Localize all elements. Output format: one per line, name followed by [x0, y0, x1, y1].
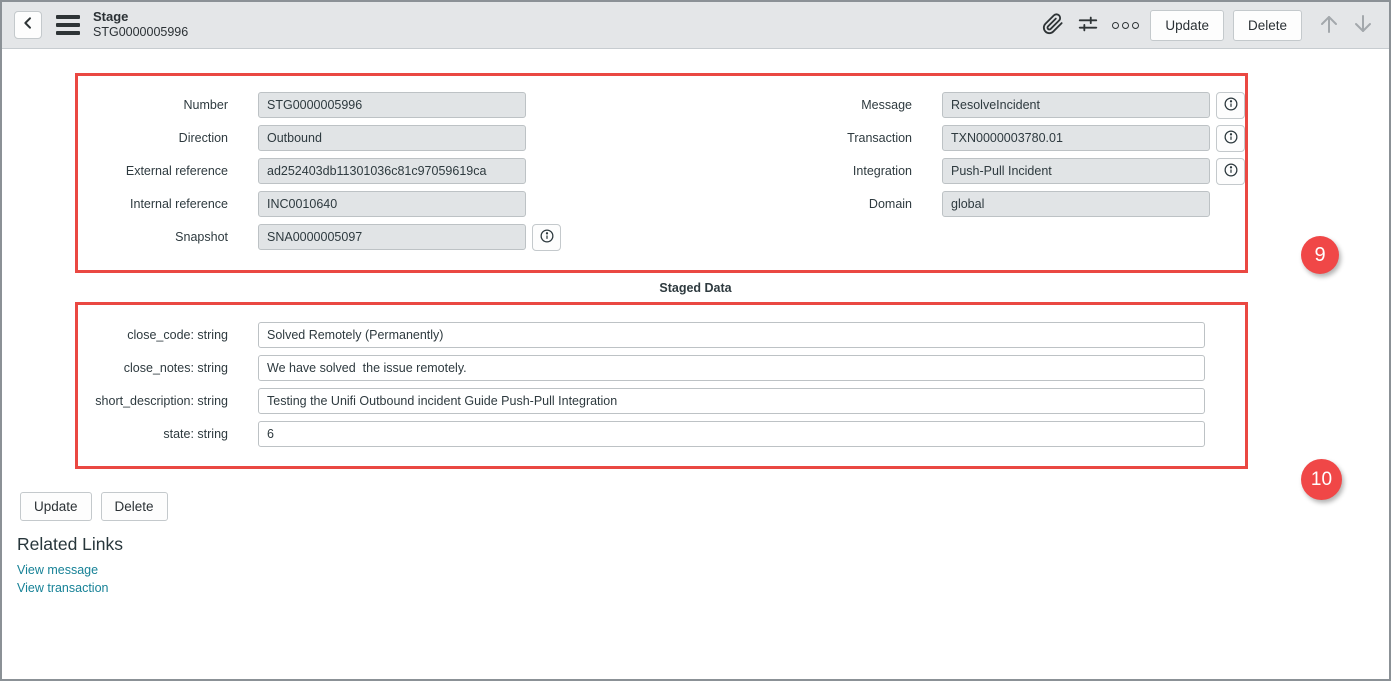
field-row-state: state: string	[78, 421, 1245, 447]
transaction-field[interactable]	[942, 125, 1210, 151]
internal-reference-field[interactable]	[258, 191, 526, 217]
dot-icon	[1112, 22, 1119, 29]
field-row-message: Message	[662, 92, 1246, 118]
related-links-list: View message View transaction	[17, 563, 1389, 595]
attachment-button[interactable]	[1040, 11, 1066, 40]
field-row-external-reference: External reference	[78, 158, 662, 184]
field-label: Internal reference	[78, 197, 228, 211]
form-body: Number Direction External reference Inte…	[2, 73, 1389, 681]
dot-icon	[1132, 22, 1139, 29]
field-row-transaction: Transaction	[662, 125, 1246, 151]
field-label: Direction	[78, 131, 228, 145]
message-info-button[interactable]	[1216, 92, 1245, 119]
arrow-down-icon	[1351, 12, 1375, 39]
integration-info-button[interactable]	[1216, 158, 1245, 185]
next-record-button[interactable]	[1349, 10, 1377, 41]
header-toolbar: Update Delete	[1040, 10, 1377, 41]
info-icon	[1223, 129, 1239, 148]
external-reference-field[interactable]	[258, 158, 526, 184]
close-code-input[interactable]	[258, 322, 1205, 348]
field-row-snapshot: Snapshot	[78, 224, 662, 250]
dot-icon	[1122, 22, 1129, 29]
related-links-title: Related Links	[17, 534, 1389, 555]
field-row-short-description: short_description: string	[78, 388, 1245, 414]
info-icon	[539, 228, 555, 247]
record-number: STG0000005996	[93, 25, 188, 41]
field-label: Domain	[662, 197, 913, 211]
more-options-button[interactable]	[1110, 20, 1141, 31]
field-label: state: string	[78, 427, 228, 441]
direction-field[interactable]	[258, 125, 526, 151]
transaction-info-button[interactable]	[1216, 125, 1245, 152]
state-input[interactable]	[258, 421, 1205, 447]
short-description-input[interactable]	[258, 388, 1205, 414]
hamburger-menu-icon[interactable]	[56, 15, 80, 35]
app-window: Stage STG0000005996 Update Delete	[0, 0, 1391, 681]
header-update-button[interactable]: Update	[1150, 10, 1224, 41]
field-label: Message	[662, 98, 913, 112]
record-title-block: Stage STG0000005996	[93, 9, 188, 41]
message-field[interactable]	[942, 92, 1210, 118]
field-row-direction: Direction	[78, 125, 662, 151]
info-icon	[1223, 96, 1239, 115]
number-field[interactable]	[258, 92, 526, 118]
sliders-icon	[1077, 13, 1099, 38]
close-notes-input[interactable]	[258, 355, 1205, 381]
field-label: close_code: string	[78, 328, 228, 342]
field-row-number: Number	[78, 92, 662, 118]
form-column-right: Message Transaction	[662, 85, 1246, 257]
field-row-close-notes: close_notes: string	[78, 355, 1245, 381]
form-header: Stage STG0000005996 Update Delete	[2, 2, 1389, 49]
field-label: External reference	[78, 164, 228, 178]
field-label: Integration	[662, 164, 913, 178]
record-navigation	[1315, 10, 1377, 41]
delete-button[interactable]: Delete	[101, 492, 168, 521]
field-label: close_notes: string	[78, 361, 228, 375]
field-label: Transaction	[662, 131, 913, 145]
page-title: Stage	[93, 9, 188, 25]
chevron-left-icon	[20, 15, 36, 36]
form-action-buttons: Update Delete	[20, 492, 1389, 521]
snapshot-field[interactable]	[258, 224, 526, 250]
domain-field[interactable]	[942, 191, 1210, 217]
previous-record-button[interactable]	[1315, 10, 1343, 41]
info-icon	[1223, 162, 1239, 181]
integration-field[interactable]	[942, 158, 1210, 184]
annotation-badge-9: 9	[1301, 236, 1339, 274]
personalize-form-button[interactable]	[1075, 11, 1101, 40]
annotation-badge-10: 10	[1301, 459, 1342, 500]
staged-data-section-title: Staged Data	[2, 281, 1389, 295]
update-button[interactable]: Update	[20, 492, 92, 521]
annotation-box-record-fields: Number Direction External reference Inte…	[75, 73, 1248, 273]
field-row-integration: Integration	[662, 158, 1246, 184]
field-row-domain: Domain	[662, 191, 1246, 217]
snapshot-info-button[interactable]	[532, 224, 561, 251]
arrow-up-icon	[1317, 12, 1341, 39]
field-row-internal-reference: Internal reference	[78, 191, 662, 217]
field-label: Snapshot	[78, 230, 228, 244]
field-label: Number	[78, 98, 228, 112]
view-message-link[interactable]: View message	[17, 563, 98, 577]
form-column-left: Number Direction External reference Inte…	[78, 85, 662, 257]
annotation-box-staged-data: close_code: string close_notes: string s…	[75, 302, 1248, 469]
paperclip-icon	[1042, 13, 1064, 38]
field-row-close-code: close_code: string	[78, 322, 1245, 348]
field-label: short_description: string	[78, 394, 228, 408]
header-delete-button[interactable]: Delete	[1233, 10, 1302, 41]
back-button[interactable]	[14, 11, 42, 39]
view-transaction-link[interactable]: View transaction	[17, 581, 109, 595]
